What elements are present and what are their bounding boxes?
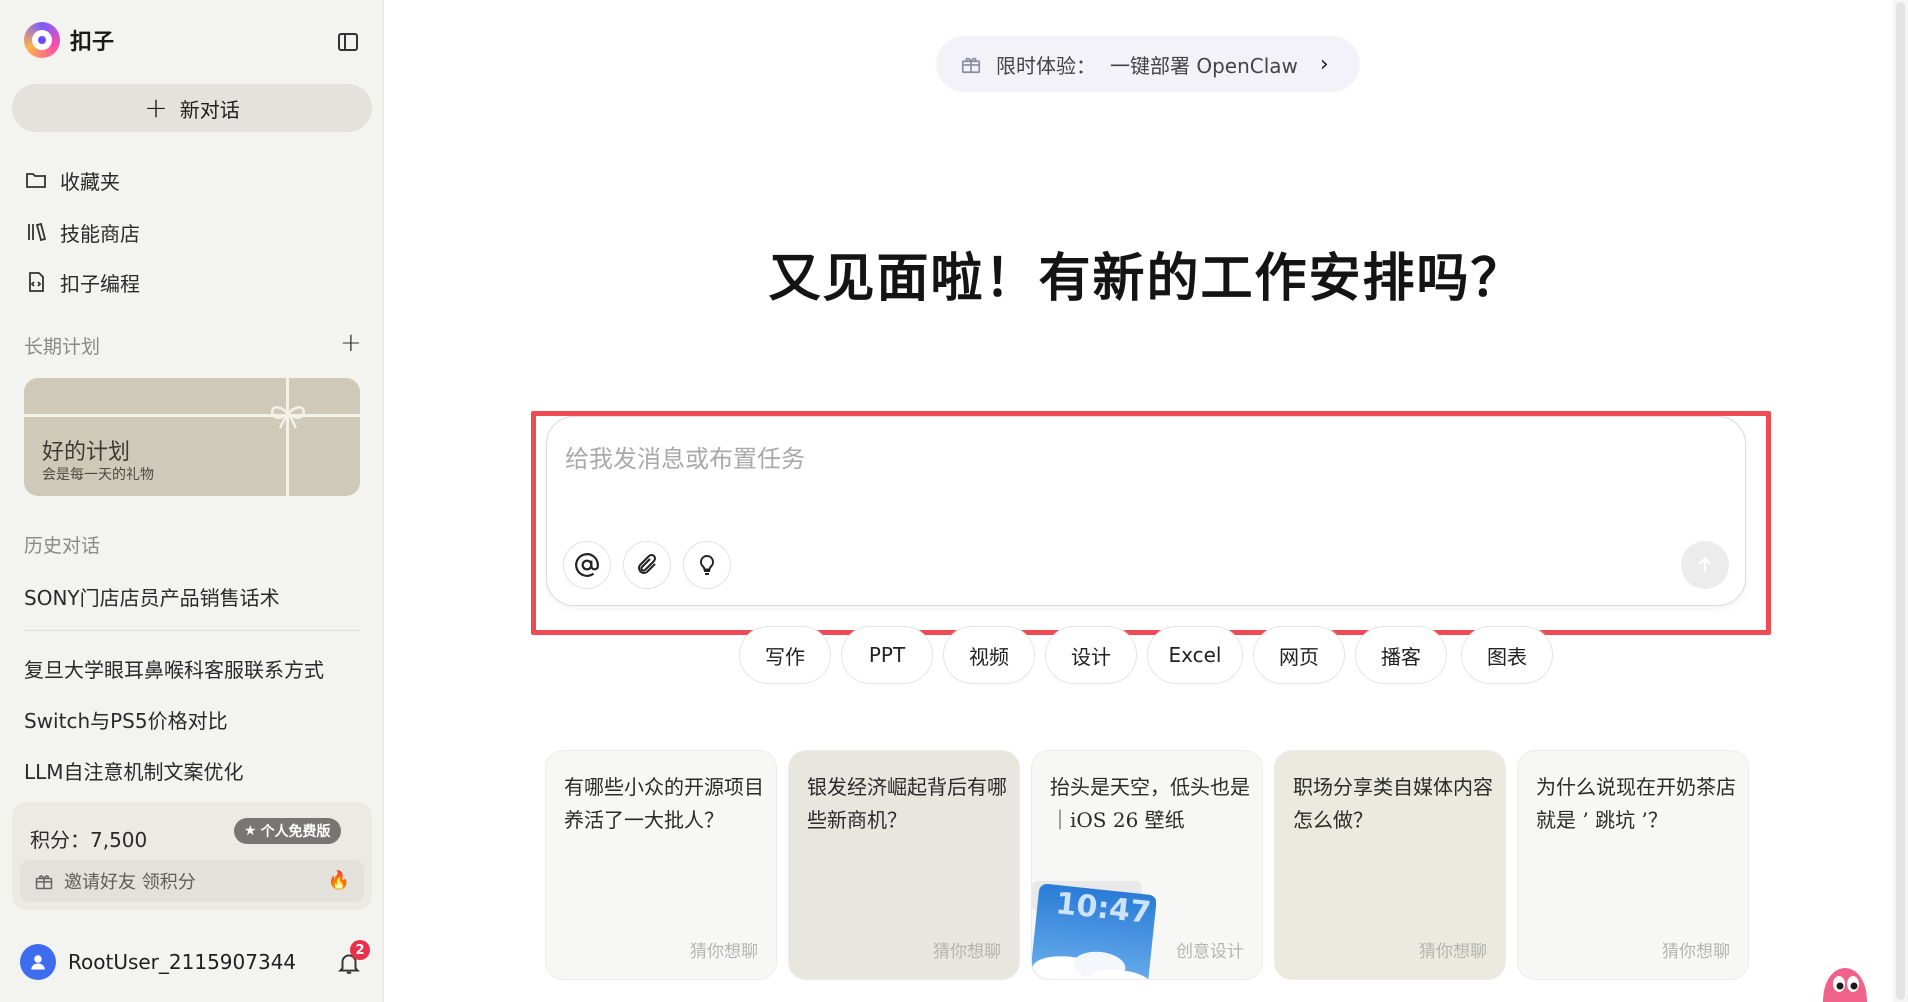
history-section-title: 历史对话 (24, 535, 101, 557)
suggestion-text: 职场分享类自媒体内容怎么做？ (1293, 775, 1493, 832)
user-name: RootUser_2115907344 (68, 950, 297, 974)
chip-excel[interactable]: Excel (1147, 626, 1243, 684)
notification-badge: 2 (350, 940, 370, 960)
suggestion-tag: 猜你想聊 (1419, 942, 1487, 962)
avatar (20, 944, 56, 980)
plan-badge[interactable]: ★ 个人免费版 (234, 818, 341, 844)
library-icon (28, 222, 47, 242)
plans-section-title: 长期计划 (24, 336, 101, 358)
promo-banner[interactable]: 限时体验： 一键部署 OpenClaw › (936, 36, 1360, 92)
gift-bow-icon (271, 406, 305, 429)
history-item[interactable]: LLM自注意机制文案优化 (24, 756, 244, 785)
folder-icon (26, 173, 46, 188)
add-plan-button[interactable]: + (340, 328, 362, 358)
plus-icon: + (144, 91, 168, 124)
suggestion-tag: 创意设计 (1176, 942, 1244, 962)
wallpaper-thumbnail: 10:47 (1032, 881, 1156, 979)
chip-writing[interactable]: 写作 (739, 626, 831, 684)
suggestion-text: 抬头是天空，低头也是｜iOS 26 壁纸 (1050, 775, 1250, 832)
star-icon: ★ (244, 823, 257, 839)
history-item[interactable]: SONY门店店员产品销售话术 (24, 582, 280, 611)
suggestion-card[interactable]: 有哪些小众的开源项目养活了一大批人？ 猜你想聊 (545, 750, 777, 980)
fire-icon: 🔥 (327, 870, 350, 891)
nav-favorites-label: 收藏夹 (60, 169, 120, 194)
invite-friends-button[interactable]: 邀请好友 领积分 🔥 (20, 860, 364, 902)
invite-label: 邀请好友 领积分 (64, 872, 196, 893)
sidebar-toggle-icon[interactable] (336, 30, 360, 54)
plan-card-subtitle: 会是每一天的礼物 (42, 467, 154, 483)
suggestion-card[interactable]: 为什么说现在开奶茶店就是 ’ 跳坑 ’？ 猜你想聊 (1517, 750, 1749, 980)
history-item[interactable]: Switch与PS5价格对比 (24, 705, 228, 734)
code-file-icon (29, 272, 44, 292)
points-card: 积分：7,500 ★ 个人免费版 邀请好友 领积分 🔥 (12, 802, 372, 910)
nav-coze-coding[interactable]: 扣子编程 (24, 264, 140, 300)
suggestion-card[interactable]: 职场分享类自媒体内容怎么做？ 猜你想聊 (1274, 750, 1506, 980)
nav-coze-coding-label: 扣子编程 (60, 271, 140, 296)
page-title: 又见面啦！有新的工作安排吗？ (768, 248, 1525, 309)
coze-logo-icon (24, 22, 60, 58)
mascot-icon[interactable] (1817, 964, 1873, 1002)
banner-link: 一键部署 OpenClaw (1110, 53, 1298, 78)
chip-webpage[interactable]: 网页 (1253, 626, 1345, 684)
history-divider (24, 630, 360, 631)
suggestion-card[interactable]: 抬头是天空，低头也是｜iOS 26 壁纸 10:47 创意设计 (1031, 750, 1263, 980)
plan-card-title: 好的计划 (42, 440, 131, 465)
user-icon (31, 955, 45, 970)
chip-podcast[interactable]: 播客 (1355, 626, 1447, 684)
chip-ppt[interactable]: PPT (841, 626, 933, 684)
user-profile[interactable]: RootUser_2115907344 (20, 944, 296, 980)
suggestion-tag: 猜你想聊 (690, 942, 758, 962)
new-chat-button[interactable]: + 新对话 (12, 84, 372, 132)
scrollbar[interactable] (1893, 0, 1908, 1002)
chip-design[interactable]: 设计 (1045, 626, 1137, 684)
nav-favorites[interactable]: 收藏夹 (24, 162, 120, 198)
history-item[interactable]: 复旦大学眼耳鼻喉科客服联系方式 (24, 654, 324, 683)
points-value: 积分：7,500 (30, 828, 148, 852)
suggestion-text: 有哪些小众的开源项目养活了一大批人？ (564, 775, 764, 832)
brand-name: 扣子 (70, 30, 115, 55)
chip-video[interactable]: 视频 (943, 626, 1035, 684)
new-chat-label: 新对话 (179, 97, 240, 122)
main-content: 限时体验： 一键部署 OpenClaw › 又见面啦！有新的工作安排吗？ 写作 … (385, 0, 1908, 1002)
plan-badge-label: 个人免费版 (260, 824, 331, 840)
highlight-box (531, 411, 1771, 635)
suggestion-text: 银发经济崛起背后有哪些新商机？ (807, 775, 1007, 832)
gift-icon (35, 875, 53, 890)
gift-icon (961, 57, 981, 74)
banner-label: 限时体验： (996, 53, 1096, 78)
brand[interactable]: 扣子 (24, 22, 114, 58)
chevron-right-icon: › (1319, 51, 1329, 77)
suggestion-card[interactable]: 银发经济崛起背后有哪些新商机？ 猜你想聊 (788, 750, 1020, 980)
suggestion-tag: 猜你想聊 (1662, 942, 1730, 962)
plan-card[interactable]: 好的计划 会是每一天的礼物 (24, 378, 360, 496)
sidebar: 扣子 + 新对话 收藏夹 技能商店 扣子编程 长期计划 + 好的计划 会是每一天… (0, 0, 384, 1002)
suggestion-tag: 猜你想聊 (933, 942, 1001, 962)
suggestion-text: 为什么说现在开奶茶店就是 ’ 跳坑 ’？ (1536, 775, 1736, 832)
nav-skill-store-label: 技能商店 (60, 221, 140, 246)
nav-skill-store[interactable]: 技能商店 (24, 214, 140, 250)
chip-chart[interactable]: 图表 (1461, 626, 1553, 684)
